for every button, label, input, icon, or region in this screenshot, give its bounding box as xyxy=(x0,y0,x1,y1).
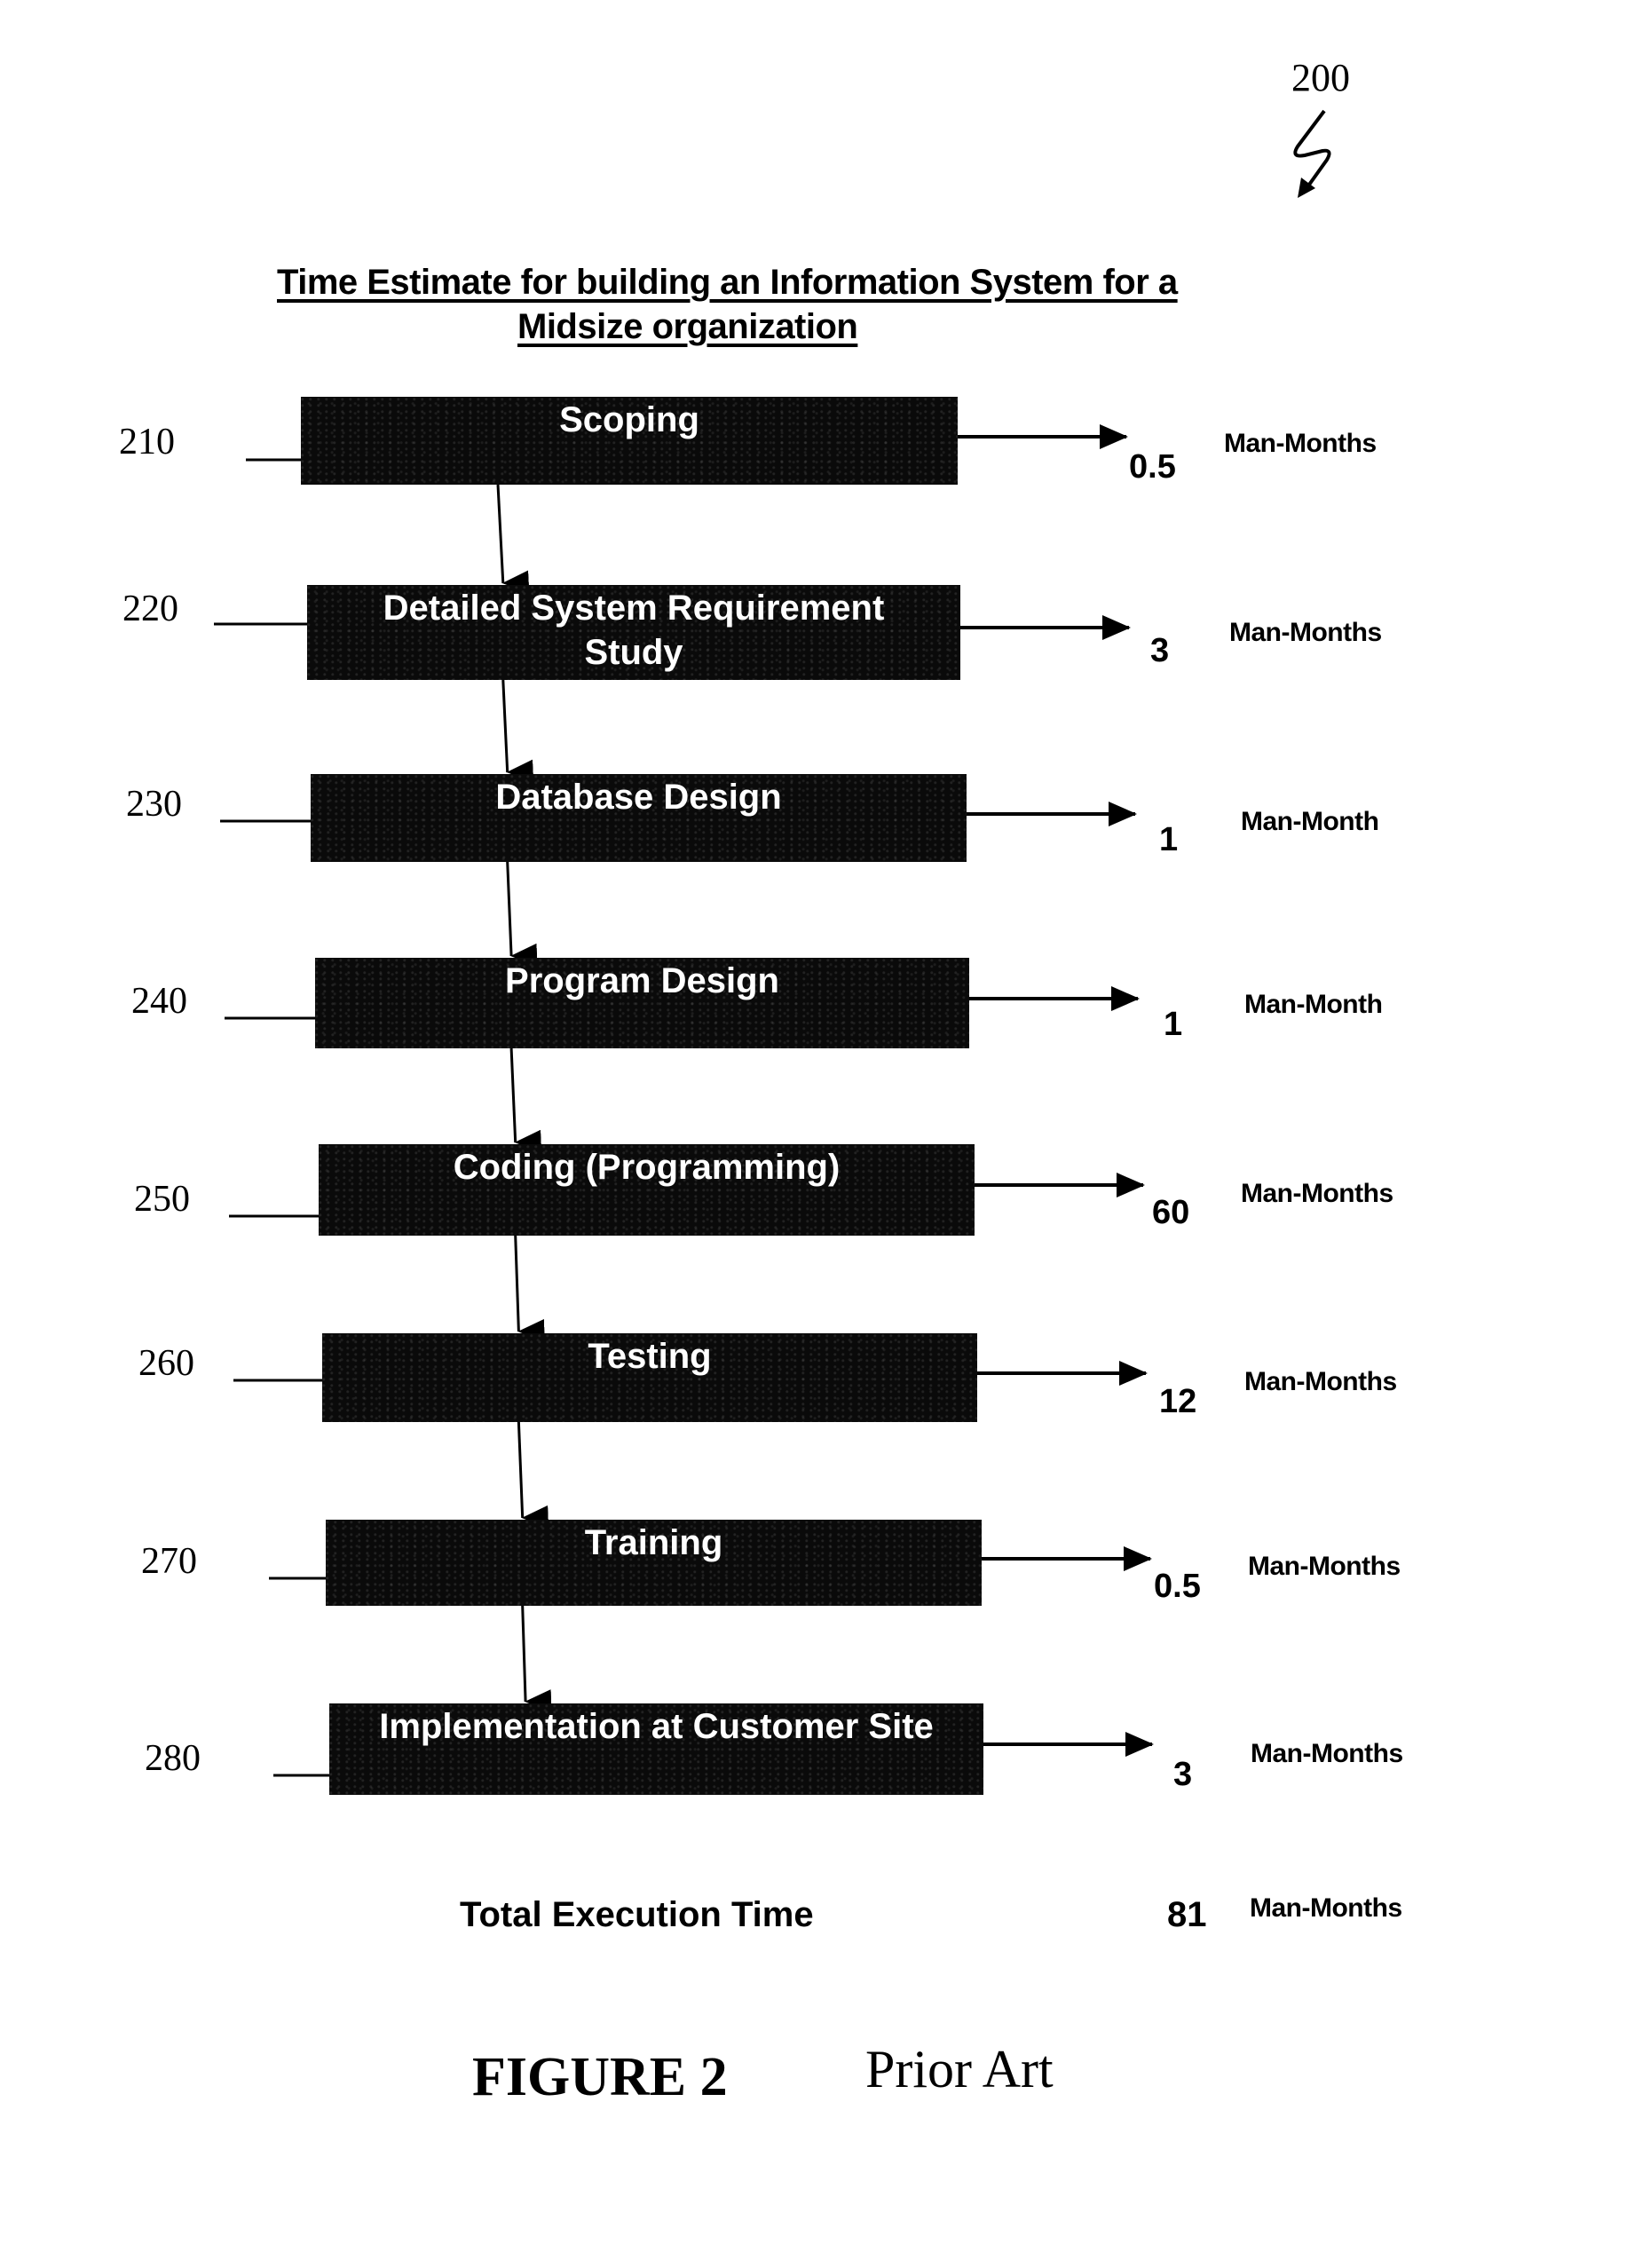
step-duration-value: 12 xyxy=(1159,1383,1197,1420)
step-duration-value: 1 xyxy=(1159,821,1179,858)
process-step-label: Implementation at Customer Site xyxy=(379,1707,934,1746)
step-duration-unit: Man-Months xyxy=(1224,429,1377,458)
process-step-box: Implementation at Customer Site xyxy=(329,1703,983,1795)
figure-caption: FIGURE 2 xyxy=(472,2047,728,2107)
flow-down-arrow xyxy=(517,1421,549,1529)
process-step-label: Study xyxy=(584,633,683,672)
process-step-box: Program Design xyxy=(315,958,969,1048)
flow-down-arrow xyxy=(514,1235,545,1342)
step-duration-value: 1 xyxy=(1164,1006,1183,1043)
flow-down-arrow xyxy=(509,1047,542,1153)
process-step-label: Training xyxy=(584,1523,723,1562)
process-step-box: Scoping xyxy=(301,397,958,485)
total-value: 81 xyxy=(1167,1895,1207,1934)
flow-down-arrow xyxy=(521,1605,552,1713)
process-step-label: Coding (Programming) xyxy=(453,1148,841,1187)
step-reference-numeral: 260 xyxy=(138,1343,194,1384)
process-step-box: Detailed System Requirement Study xyxy=(307,585,960,680)
step-duration-unit: Man-Months xyxy=(1229,618,1382,647)
step-reference-numeral: 280 xyxy=(145,1738,201,1779)
process-step-box: Database Design xyxy=(311,774,967,862)
step-duration-unit: Man-Month xyxy=(1241,807,1379,836)
step-reference-numeral: 210 xyxy=(119,422,175,462)
step-reference-numeral: 250 xyxy=(134,1179,190,1220)
step-duration-unit: Man-Months xyxy=(1241,1179,1393,1208)
total-unit: Man-Months xyxy=(1250,1893,1402,1923)
total-label: Total Execution Time xyxy=(460,1895,814,1934)
process-step-label: Detailed System Requirement xyxy=(383,589,885,628)
prior-art-note: Prior Art xyxy=(865,2040,1054,2098)
process-step-label: Program Design xyxy=(505,961,779,1000)
process-step-box: Testing xyxy=(322,1333,977,1422)
step-reference-numeral: 240 xyxy=(131,981,187,1022)
flow-down-arrow xyxy=(506,861,538,967)
process-step-label: Database Design xyxy=(495,778,782,817)
flow-connectors xyxy=(214,424,1154,1777)
step-duration-value: 3 xyxy=(1150,632,1170,669)
step-duration-value: 0.5 xyxy=(1154,1568,1201,1605)
step-reference-numeral: 270 xyxy=(141,1541,197,1582)
flow-down-arrow xyxy=(501,679,534,783)
flow-down-arrow xyxy=(496,484,530,594)
step-duration-value: 60 xyxy=(1152,1194,1190,1231)
process-step-label: Testing xyxy=(588,1337,712,1376)
step-duration-unit: Man-Month xyxy=(1244,990,1383,1019)
step-duration-value: 0.5 xyxy=(1129,448,1176,486)
step-duration-unit: Man-Months xyxy=(1244,1367,1397,1396)
process-step-box: Training xyxy=(326,1520,982,1606)
step-reference-numeral: 230 xyxy=(126,784,182,825)
step-duration-unit: Man-Months xyxy=(1251,1739,1403,1768)
step-duration-unit: Man-Months xyxy=(1248,1552,1401,1581)
process-step-label: Scoping xyxy=(559,400,699,439)
step-reference-numeral: 220 xyxy=(122,589,178,629)
step-duration-value: 3 xyxy=(1173,1756,1193,1793)
process-step-box: Coding (Programming) xyxy=(319,1144,975,1236)
